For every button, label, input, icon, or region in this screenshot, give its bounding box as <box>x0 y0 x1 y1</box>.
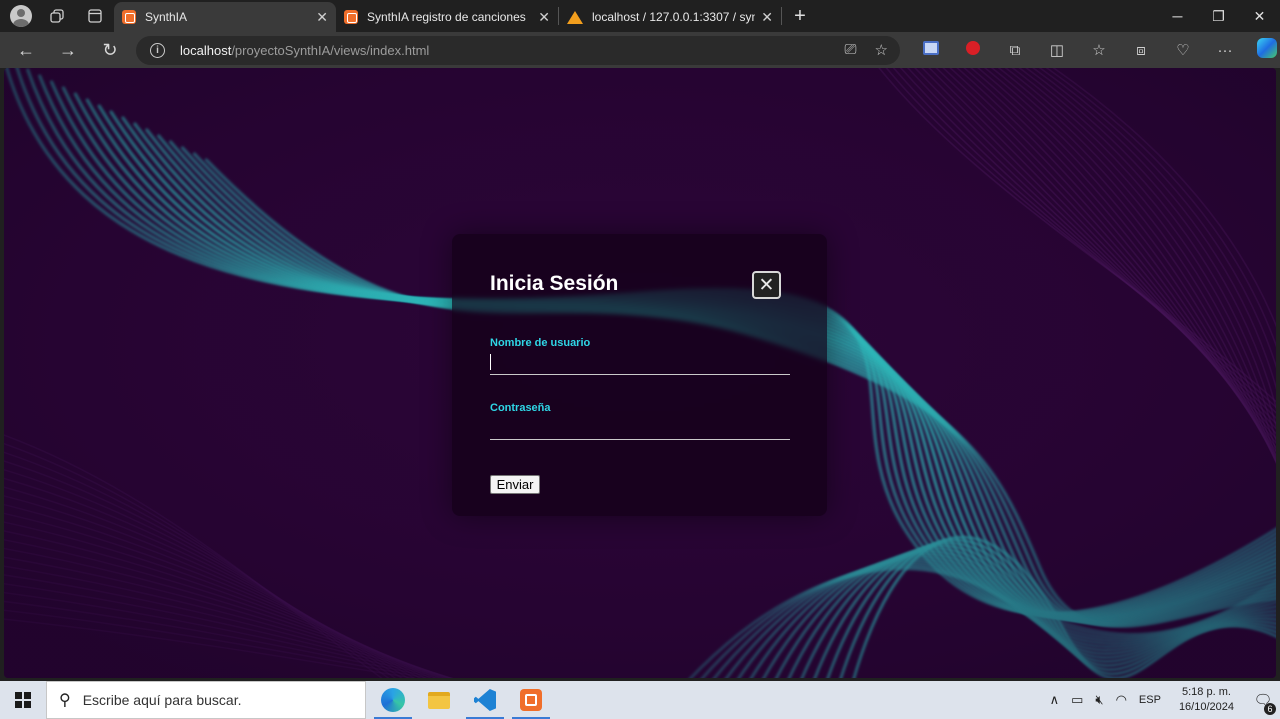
new-tab-button[interactable]: + <box>782 5 818 28</box>
taskbar-xampp[interactable] <box>508 681 554 719</box>
split-screen-icon[interactable]: ◫ <box>1036 41 1078 59</box>
workspaces-icon[interactable] <box>38 0 76 32</box>
close-tab-icon[interactable]: ✕ <box>538 9 550 26</box>
windows-logo-icon <box>15 692 31 708</box>
back-icon[interactable]: ← <box>5 32 47 68</box>
submit-button[interactable]: Enviar <box>490 475 540 494</box>
phpmyadmin-icon <box>567 10 583 24</box>
browser-essentials-icon[interactable]: ♡ <box>1162 41 1204 59</box>
minimize-icon[interactable]: ─ <box>1157 0 1198 32</box>
tab-title: localhost / 127.0.0.1:3307 / synthia <box>592 10 756 24</box>
close-modal-button[interactable]: ✕ <box>752 271 781 299</box>
collections-icon[interactable]: ⧈ <box>1120 42 1162 59</box>
xampp-icon <box>122 10 136 24</box>
password-label: Contraseña <box>490 402 551 414</box>
username-label: Nombre de usuario <box>490 337 591 349</box>
vscode-icon <box>474 689 496 711</box>
extensions-toolbar: ⧉ ◫ ☆ ⧈ ♡ ··· <box>910 32 1280 68</box>
url-path: /proyectoSynthIA/views/index.html <box>231 43 430 58</box>
address-bar[interactable]: i localhost/proyectoSynthIA/views/index.… <box>136 36 900 65</box>
clock-date: 16/10/2024 <box>1178 701 1234 713</box>
tab-title: SynthIA registro de canciones <box>367 10 526 24</box>
more-menu-icon[interactable]: ··· <box>1204 42 1246 59</box>
page-viewport: Inicia Sesión ✕ Nombre de usuario Contra… <box>4 68 1276 678</box>
xampp-icon <box>520 689 542 711</box>
clock[interactable]: 5:18 p. m. 16/10/2024 <box>1167 685 1246 715</box>
favorites-icon[interactable]: ☆ <box>1078 41 1120 59</box>
url-text[interactable]: localhost/proyectoSynthIA/views/index.ht… <box>180 43 429 58</box>
extension-window-icon[interactable] <box>910 41 952 59</box>
notification-count: 6 <box>1264 703 1276 715</box>
taskbar-vscode[interactable] <box>462 681 508 719</box>
profile-button[interactable] <box>0 0 38 32</box>
tab-synthia-registro[interactable]: SynthIA registro de canciones ✕ <box>336 2 558 32</box>
username-input[interactable] <box>490 349 790 375</box>
extensions-puzzle-icon[interactable]: ⧉ <box>994 42 1036 59</box>
tab-phpmyadmin[interactable]: localhost / 127.0.0.1:3307 / synthia ✕ <box>559 2 781 32</box>
windows-taskbar: ⚲ Escribe aquí para buscar. ∧ ▭ 🔇︎ ◠ ESP… <box>0 681 1280 719</box>
browser-toolbar: ← → ↻ i localhost/proyectoSynthIA/views/… <box>0 32 1280 68</box>
notifications-icon[interactable]: 🗨︎ 6 <box>1246 691 1280 715</box>
forward-icon[interactable]: → <box>47 32 89 68</box>
text-caret <box>490 354 491 370</box>
search-icon: ⚲ <box>59 692 71 709</box>
profile-avatar-icon <box>10 5 32 27</box>
close-tab-icon[interactable]: ✕ <box>316 9 328 26</box>
login-title: Inicia Sesión <box>490 272 619 295</box>
read-aloud-icon[interactable]: ⎚ <box>845 41 857 59</box>
close-icon: ✕ <box>758 274 775 296</box>
folder-icon <box>428 691 450 709</box>
system-tray: ∧ ▭ 🔇︎ ◠ ESP 5:18 p. m. 16/10/2024 🗨︎ 6 <box>1044 681 1280 719</box>
battery-icon[interactable]: ▭ <box>1065 692 1089 708</box>
close-tab-icon[interactable]: ✕ <box>761 9 773 26</box>
xampp-icon <box>344 10 358 24</box>
extension-red-icon[interactable] <box>952 41 994 59</box>
edge-icon <box>381 688 405 712</box>
tab-title: SynthIA <box>145 10 188 24</box>
tab-synthia[interactable]: SynthIA ✕ <box>114 2 336 32</box>
favorite-star-icon[interactable]: ☆ <box>875 41 888 59</box>
refresh-icon[interactable]: ↻ <box>89 32 131 68</box>
start-button[interactable] <box>0 681 46 719</box>
taskbar-search-box[interactable]: ⚲ Escribe aquí para buscar. <box>46 681 366 719</box>
tab-actions-icon[interactable] <box>76 0 114 32</box>
browser-tab-strip: SynthIA ✕ SynthIA registro de canciones … <box>0 0 1280 32</box>
restore-icon[interactable]: ❐ <box>1198 0 1239 32</box>
password-input[interactable] <box>490 414 790 440</box>
window-controls: ─ ❐ ✕ <box>1157 0 1280 32</box>
address-bar-actions: ⎚ ☆ <box>845 41 888 59</box>
search-placeholder: Escribe aquí para buscar. <box>82 692 242 708</box>
site-info-icon[interactable]: i <box>150 43 165 58</box>
url-host: localhost <box>180 43 232 58</box>
chevron-up-icon[interactable]: ∧ <box>1044 692 1066 708</box>
taskbar-file-explorer[interactable] <box>416 681 462 719</box>
close-window-icon[interactable]: ✕ <box>1239 0 1280 32</box>
login-modal: Inicia Sesión ✕ Nombre de usuario Contra… <box>452 234 827 516</box>
copilot-icon[interactable] <box>1246 38 1280 62</box>
language-indicator[interactable]: ESP <box>1133 694 1167 706</box>
speaker-muted-icon[interactable]: 🔇︎ <box>1089 692 1109 708</box>
clock-time: 5:18 p. m. <box>1182 686 1231 698</box>
taskbar-edge[interactable] <box>370 681 416 719</box>
wifi-icon[interactable]: ◠ <box>1110 692 1133 708</box>
